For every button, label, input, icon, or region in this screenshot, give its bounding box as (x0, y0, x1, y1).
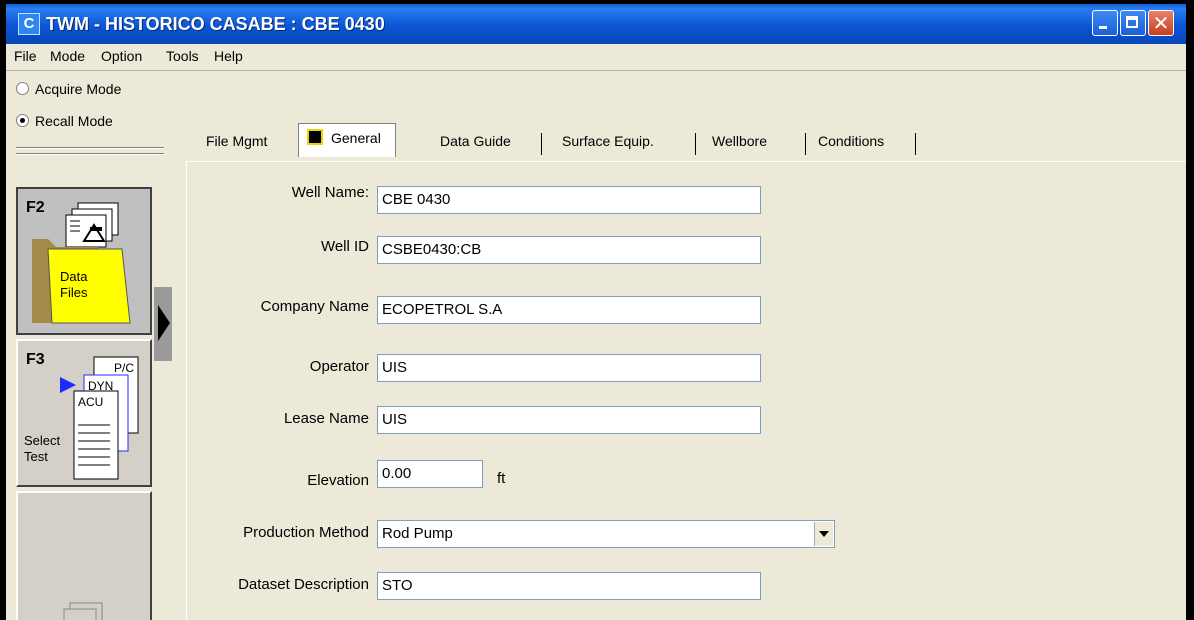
company-name-field[interactable]: ECOPETROL S.A (377, 296, 761, 324)
window-title: TWM - HISTORICO CASABE : CBE 0430 (46, 14, 385, 34)
radio-selected-icon (16, 114, 29, 127)
tab-label: Data Guide (440, 133, 511, 149)
menu-bar: File Mode Option Tools Help (6, 44, 1186, 71)
active-tab-icon (307, 129, 323, 145)
well-name-field[interactable]: CBE 0430 (377, 186, 761, 214)
elevation-field[interactable]: 0.00 (377, 460, 483, 488)
tab-label: General (331, 130, 381, 146)
well-id-label: Well ID (320, 238, 369, 255)
menu-option[interactable]: Option (101, 48, 142, 64)
tab-conditions[interactable]: Conditions (802, 127, 916, 157)
tab-label: Wellbore (712, 133, 767, 149)
f2-caption-line1: Data (60, 269, 88, 284)
dyn-doc-label: DYN (88, 379, 114, 393)
app-window: C TWM - HISTORICO CASABE : CBE 0430 ✕ Fi… (6, 4, 1186, 620)
left-panel: Acquire Mode Recall Mode F2 Data Files F… (6, 71, 178, 620)
f4-button[interactable] (16, 491, 152, 620)
production-method-label: Production Method (243, 524, 369, 541)
general-tab-panel: Well Name: CBE 0430 Well ID CSBE0430:CB … (186, 161, 1186, 620)
tab-general[interactable]: General (298, 123, 396, 157)
menu-mode[interactable]: Mode (50, 48, 85, 64)
acquire-mode-label: Acquire Mode (35, 81, 122, 97)
chevron-down-icon[interactable] (814, 522, 833, 546)
operator-label: Operator (309, 358, 369, 375)
menu-tools[interactable]: Tools (166, 48, 199, 64)
close-button[interactable]: ✕ (1148, 10, 1174, 36)
acu-doc-label: ACU (78, 395, 104, 409)
well-id-field[interactable]: CSBE0430:CB (377, 236, 761, 264)
radio-icon (16, 82, 29, 95)
elevation-unit: ft (497, 470, 506, 487)
arrow-right-icon (158, 305, 170, 341)
tab-surface-equip[interactable]: Surface Equip. (540, 127, 696, 157)
company-name-label: Company Name (260, 298, 369, 315)
title-bar[interactable]: C TWM - HISTORICO CASABE : CBE 0430 ✕ (6, 4, 1186, 44)
tab-label: Conditions (818, 133, 885, 149)
tab-edge (915, 133, 916, 155)
f3-caption-line1: Select (24, 433, 61, 448)
data-files-folder-icon (32, 202, 131, 324)
menu-help[interactable]: Help (214, 48, 243, 64)
operator-field[interactable]: UIS (377, 354, 761, 382)
elevation-label: Elevation (307, 472, 369, 489)
close-icon: ✕ (1152, 11, 1170, 35)
dataset-description-field[interactable]: STO (377, 572, 761, 600)
collapse-panel-handle[interactable] (154, 287, 172, 361)
app-icon[interactable]: C (18, 13, 40, 35)
f3-caption-line2: Test (24, 449, 48, 464)
tab-label: Surface Equip. (562, 133, 654, 149)
stacked-docs-icon (63, 602, 103, 620)
tab-data-guide[interactable]: Data Guide (420, 127, 542, 157)
minimize-button[interactable] (1092, 10, 1118, 36)
menu-file[interactable]: File (14, 48, 37, 64)
tab-file-mgmt[interactable]: File Mgmt (206, 127, 296, 157)
acquire-mode-radio[interactable]: Acquire Mode (16, 81, 121, 97)
pc-doc-label: P/C (114, 361, 135, 375)
f2-caption-line2: Files (60, 285, 88, 300)
separator (16, 147, 164, 149)
maximize-button[interactable] (1120, 10, 1146, 36)
f3-select-test-button[interactable]: F3 P/C DYN ACU Select Test (16, 339, 152, 487)
recall-mode-radio[interactable]: Recall Mode (16, 113, 113, 129)
production-method-select[interactable]: Rod Pump (377, 520, 835, 548)
tab-wellbore[interactable]: Wellbore (690, 127, 806, 157)
lease-name-label: Lease Name (283, 410, 369, 427)
separator (16, 153, 164, 155)
tab-label: File Mgmt (206, 133, 268, 149)
dataset-description-label: Dataset Description (238, 576, 369, 593)
lease-name-field[interactable]: UIS (377, 406, 761, 434)
recall-mode-label: Recall Mode (35, 113, 113, 129)
production-method-value: Rod Pump (382, 525, 453, 542)
f2-data-files-button[interactable]: F2 Data Files (16, 187, 152, 335)
well-name-label: Well Name: (291, 184, 369, 201)
